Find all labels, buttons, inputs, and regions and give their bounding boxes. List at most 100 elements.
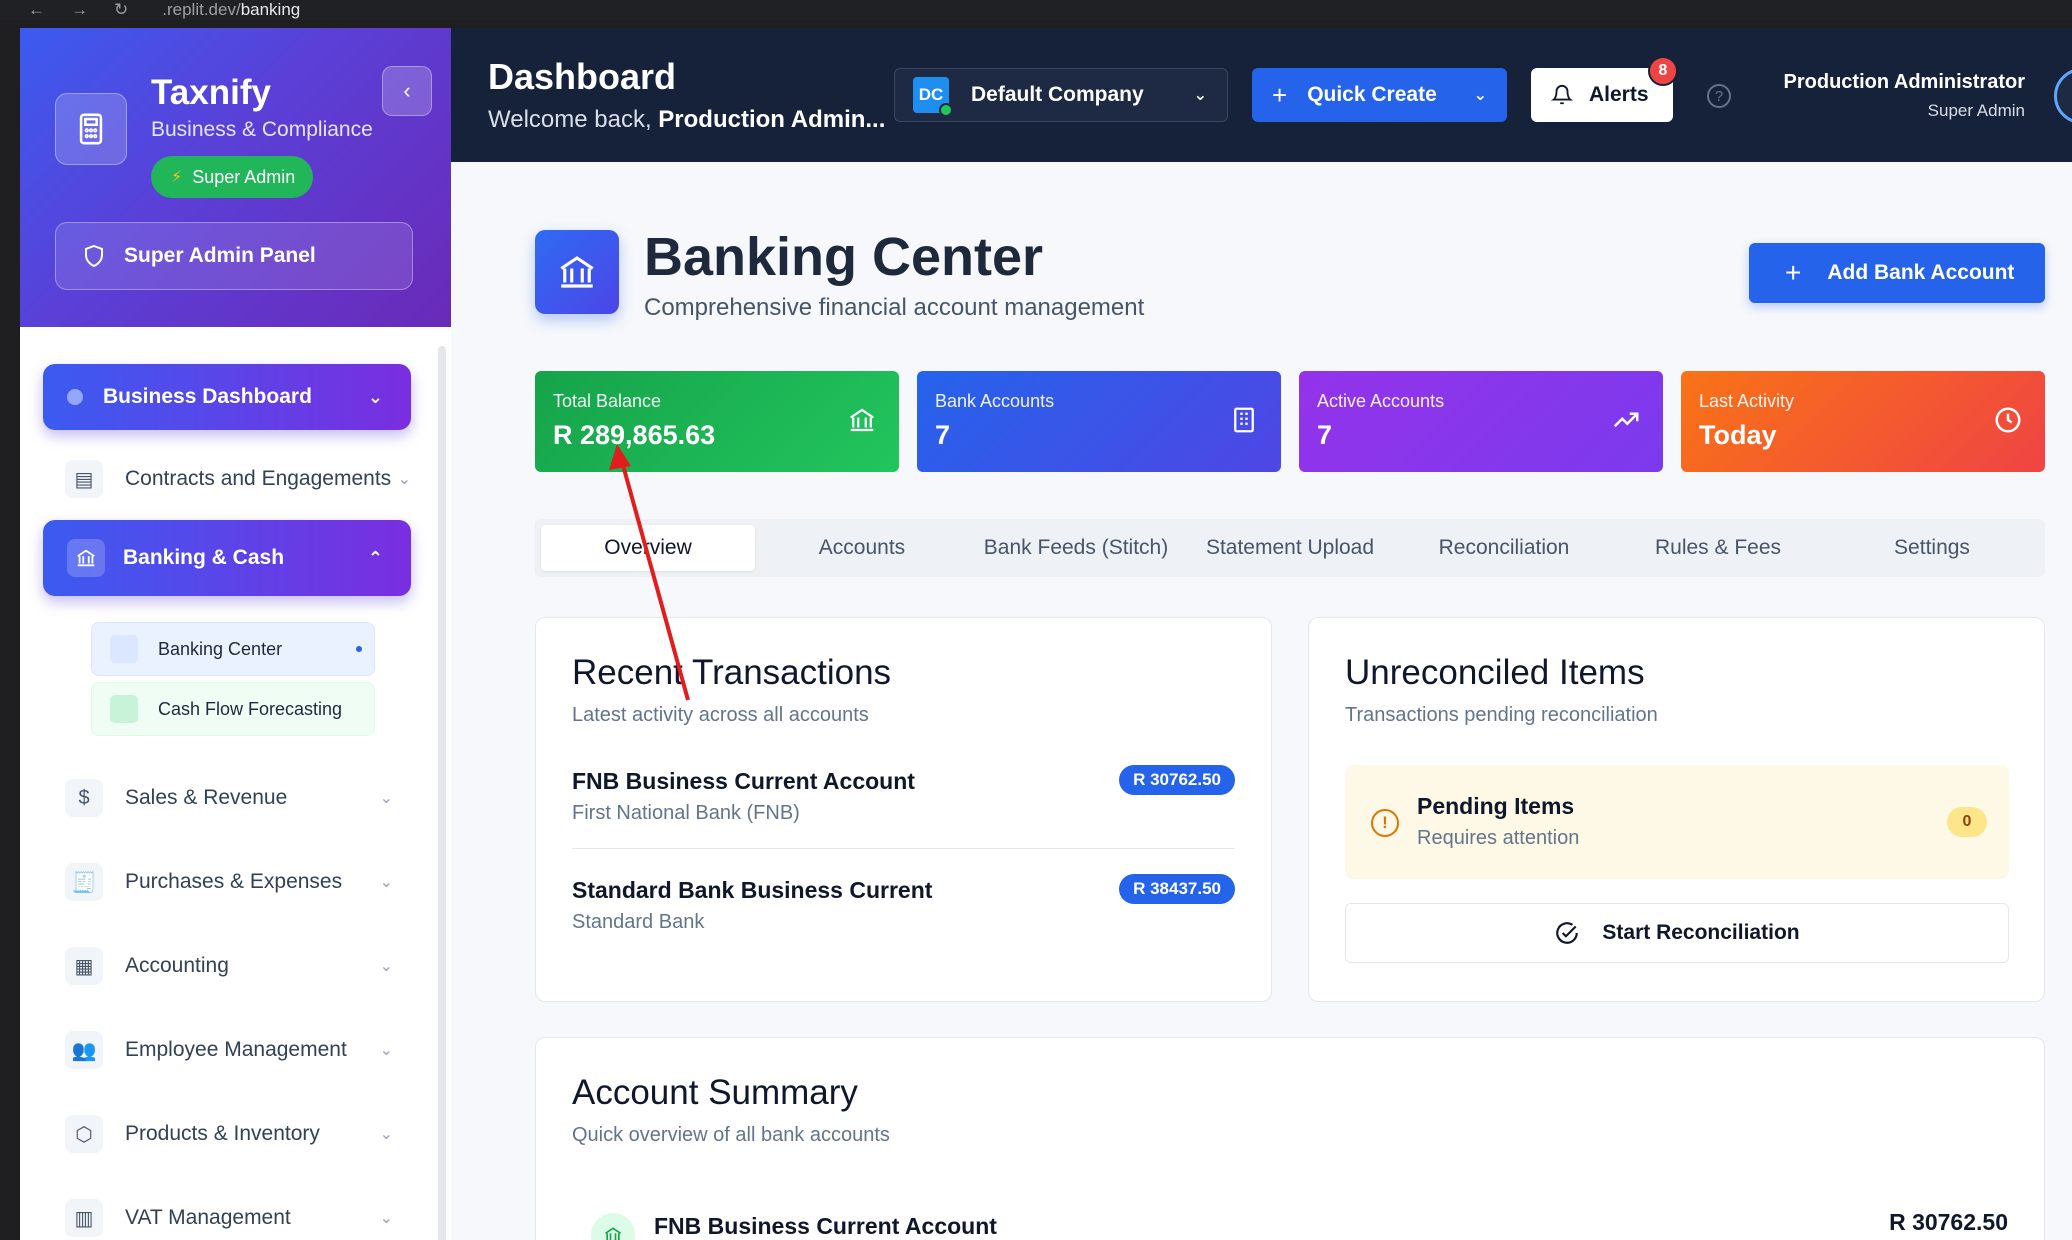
nav-products-inventory[interactable]: ⬡ Products & Inventory ⌄: [65, 1110, 405, 1158]
square-icon: [110, 635, 138, 663]
pending-items-panel: ! Pending Items Requires attention 0: [1345, 765, 2009, 879]
brand-subtitle: Business & Compliance: [151, 118, 373, 141]
dot-icon: [67, 389, 83, 405]
account-summary-card: Account Summary Quick overview of all ba…: [535, 1037, 2045, 1240]
tab-bank-feeds[interactable]: Bank Feeds (Stitch): [969, 525, 1183, 571]
transaction-bank-name: First National Bank (FNB): [572, 802, 800, 824]
sub-item-banking-center[interactable]: Banking Center: [91, 622, 375, 676]
start-reconciliation-button[interactable]: Start Reconciliation: [1345, 903, 2009, 963]
tab-reconciliation[interactable]: Reconciliation: [1397, 525, 1611, 571]
welcome-name: Production Admin...: [658, 106, 886, 133]
nav-business-dashboard[interactable]: Business Dashboard ⌄: [43, 364, 411, 430]
calculator-icon: ▦: [65, 947, 103, 985]
quick-create-button[interactable]: + Quick Create ⌄: [1252, 68, 1507, 122]
stat-label: Last Activity: [1699, 391, 1795, 411]
back-icon[interactable]: ←: [28, 0, 45, 20]
collapse-sidebar-button[interactable]: ‹: [382, 66, 432, 116]
recent-transactions-card: Recent Transactions Latest activity acro…: [535, 617, 1272, 1002]
stat-total-balance: Total Balance R 289,865.63: [535, 371, 899, 472]
tab-bar: Overview Accounts Bank Feeds (Stitch) St…: [535, 519, 2045, 577]
nav-employee-management[interactable]: 👥 Employee Management ⌄: [65, 1026, 405, 1074]
nav-contracts[interactable]: ▤ Contracts and Engagements ⌄: [65, 455, 411, 503]
chevron-down-icon: ⌄: [379, 1042, 393, 1059]
stat-bank-accounts: Bank Accounts 7: [917, 371, 1281, 472]
bank-icon: [591, 1213, 635, 1240]
pending-count-badge: 0: [1947, 807, 1987, 837]
tab-statement-upload[interactable]: Statement Upload: [1183, 525, 1397, 571]
role-badge: ⚡ Super Admin: [151, 156, 314, 198]
stat-active-accounts: Active Accounts 7: [1299, 371, 1663, 472]
company-avatar: DC: [913, 77, 953, 117]
nav-vat-management[interactable]: ▥ VAT Management ⌄: [65, 1194, 405, 1240]
nav-sales-revenue[interactable]: $ Sales & Revenue ⌄: [65, 774, 405, 822]
user-role: Super Admin: [1927, 101, 2025, 120]
pending-title: Pending Items: [1417, 793, 1575, 819]
nav-label: Products & Inventory: [125, 1122, 320, 1145]
sub-item-cash-flow[interactable]: Cash Flow Forecasting: [91, 682, 375, 736]
nav-label: Contracts and Engagements: [125, 467, 392, 490]
stat-label: Total Balance: [553, 391, 662, 411]
welcome-prefix: Welcome back,: [488, 106, 659, 133]
tab-settings[interactable]: Settings: [1825, 525, 2039, 571]
transaction-account-name[interactable]: FNB Business Current Account: [572, 768, 915, 795]
shield-icon: [85, 244, 103, 268]
chevron-down-icon: ⌄: [379, 1210, 393, 1227]
help-icon[interactable]: ?: [1707, 84, 1731, 108]
header-title: Dashboard: [488, 56, 677, 97]
page-subtitle: Comprehensive financial account manageme…: [644, 294, 1145, 321]
dollar-icon: $: [65, 779, 103, 817]
address-bar[interactable]: .replit.dev/banking: [162, 0, 300, 20]
chevron-down-icon: ⌄: [379, 790, 393, 807]
nav-accounting[interactable]: ▦ Accounting ⌄: [65, 942, 405, 990]
chevron-down-icon: ⌄: [379, 958, 393, 975]
quick-create-label: Quick Create: [1307, 83, 1437, 106]
reload-icon[interactable]: ↻: [114, 0, 128, 20]
user-name[interactable]: Production Administrator: [1784, 71, 2025, 94]
check-circle-icon: [1556, 922, 1579, 944]
nav-label: Purchases & Expenses: [125, 870, 343, 893]
bank-icon: [850, 408, 874, 432]
nav-label: VAT Management: [125, 1206, 291, 1229]
chevron-down-icon: ⌄: [1193, 87, 1207, 104]
document-icon: ▤: [65, 460, 103, 498]
bolt-icon: ⚡: [171, 169, 183, 186]
add-bank-account-button[interactable]: + Add Bank Account: [1749, 243, 2045, 303]
active-dot-icon: [356, 646, 362, 652]
nav-label: Banking & Cash: [123, 546, 285, 569]
tab-accounts[interactable]: Accounts: [755, 525, 969, 571]
transaction-account-name[interactable]: Standard Bank Business Current: [572, 877, 932, 904]
company-name: Default Company: [971, 83, 1144, 106]
start-reconciliation-label: Start Reconciliation: [1602, 921, 1800, 944]
summary-account-name[interactable]: FNB Business Current Account: [654, 1213, 997, 1240]
stat-last-activity: Last Activity Today: [1681, 371, 2045, 472]
sidebar-scrollbar[interactable]: [438, 346, 446, 1240]
nav-banking-cash[interactable]: Banking & Cash ⌃: [43, 520, 411, 596]
tab-overview[interactable]: Overview: [541, 525, 755, 571]
forward-icon[interactable]: →: [71, 0, 88, 20]
nav-label: Accounting: [125, 954, 229, 977]
transaction-bank-name: Standard Bank: [572, 911, 705, 933]
url-prefix: .replit.dev/: [162, 0, 241, 19]
pending-subtitle: Requires attention: [1417, 827, 1580, 849]
alerts-button[interactable]: Alerts 8: [1531, 56, 1678, 122]
browser-toolbar: ← → ↻ .replit.dev/banking: [0, 0, 2072, 20]
bell-icon: [1551, 85, 1573, 105]
stat-value: 7: [935, 420, 951, 450]
nav-label: Employee Management: [125, 1038, 347, 1061]
users-icon: 👥: [65, 1031, 103, 1069]
super-admin-panel-button[interactable]: Super Admin Panel: [55, 222, 413, 290]
tab-rules-fees[interactable]: Rules & Fees: [1611, 525, 1825, 571]
nav-purchases-expenses[interactable]: 🧾 Purchases & Expenses ⌄: [65, 858, 405, 906]
avatar[interactable]: [2054, 68, 2072, 124]
chevron-down-icon: ⌄: [1473, 87, 1487, 104]
company-selector[interactable]: DC Default Company ⌄: [894, 68, 1228, 122]
stat-value: R 289,865.63: [553, 420, 716, 450]
calculator-icon: [55, 93, 127, 165]
file-icon: ▥: [65, 1199, 103, 1237]
sub-item-label: Banking Center: [158, 638, 283, 659]
stat-label: Bank Accounts: [935, 391, 1055, 411]
unreconciled-subtitle: Transactions pending reconciliation: [1345, 704, 1658, 726]
brand-name: Taxnify: [151, 73, 271, 112]
trending-up-icon: [1613, 412, 1639, 428]
url-path: banking: [240, 0, 301, 19]
